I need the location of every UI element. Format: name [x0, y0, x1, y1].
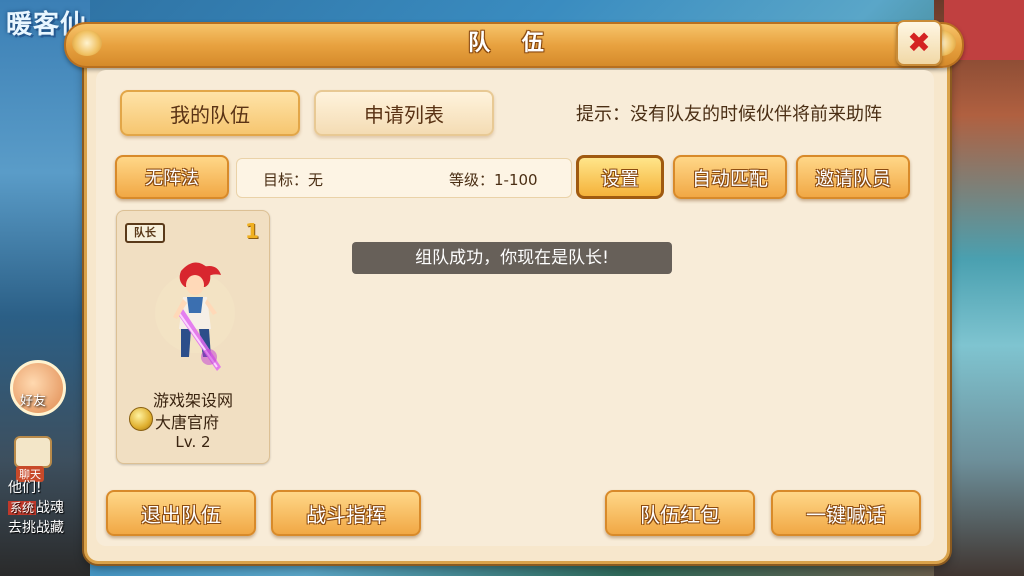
level-range-text: 等级：1-100 [449, 171, 538, 189]
chat-line: 系统 战魂 [8, 498, 92, 518]
battle-command-button[interactable]: 战斗指挥 [271, 490, 421, 536]
chat-line: 去挑战藏 [8, 520, 64, 536]
member-level: Lv. 2 [175, 433, 211, 451]
chat-messages: 他们! 系统 战魂 去挑战藏 [8, 478, 92, 538]
chat-line: 他们! [8, 480, 42, 496]
chat-bubble-icon[interactable] [14, 436, 52, 468]
team-red-packet-button[interactable]: 队伍红包 [605, 490, 755, 536]
friend-label: 好友 [20, 394, 47, 409]
leader-badge: 队长 [125, 223, 165, 243]
chat-system-text: 战魂 [36, 500, 65, 516]
window-title: 队 伍 [468, 31, 556, 56]
character-portrait [155, 262, 235, 371]
leave-team-button[interactable]: 退出队伍 [106, 490, 256, 536]
hint-text: 提示：没有队友的时候伙伴将前来助阵 [576, 104, 882, 125]
slot-number: 1 [245, 219, 259, 243]
settings-button[interactable]: 设置 [576, 155, 664, 199]
one-click-shout-button[interactable]: 一键喊话 [771, 490, 921, 536]
tab-apply-list[interactable]: 申请列表 [314, 90, 494, 136]
member-card[interactable]: 队长 1 游戏架设网 大唐官府 Lv. 2 [116, 210, 270, 464]
member-school: 大唐官府 [155, 413, 220, 432]
auto-match-button[interactable]: 自动匹配 [673, 155, 787, 199]
tab-my-team[interactable]: 我的队伍 [120, 90, 300, 136]
system-tag: 系统 [8, 501, 37, 515]
close-icon: ✖ [907, 26, 931, 59]
formation-button[interactable]: 无阵法 [115, 155, 229, 199]
invite-member-button[interactable]: 邀请队员 [796, 155, 910, 199]
close-button[interactable]: ✖ [896, 20, 942, 66]
target-text: 目标：无 [263, 171, 324, 189]
school-emblem-icon [129, 407, 153, 431]
team-info-bar: 目标：无 等级：1-100 [236, 158, 572, 198]
toast-message: 组队成功，你现在是队长! [352, 242, 672, 274]
